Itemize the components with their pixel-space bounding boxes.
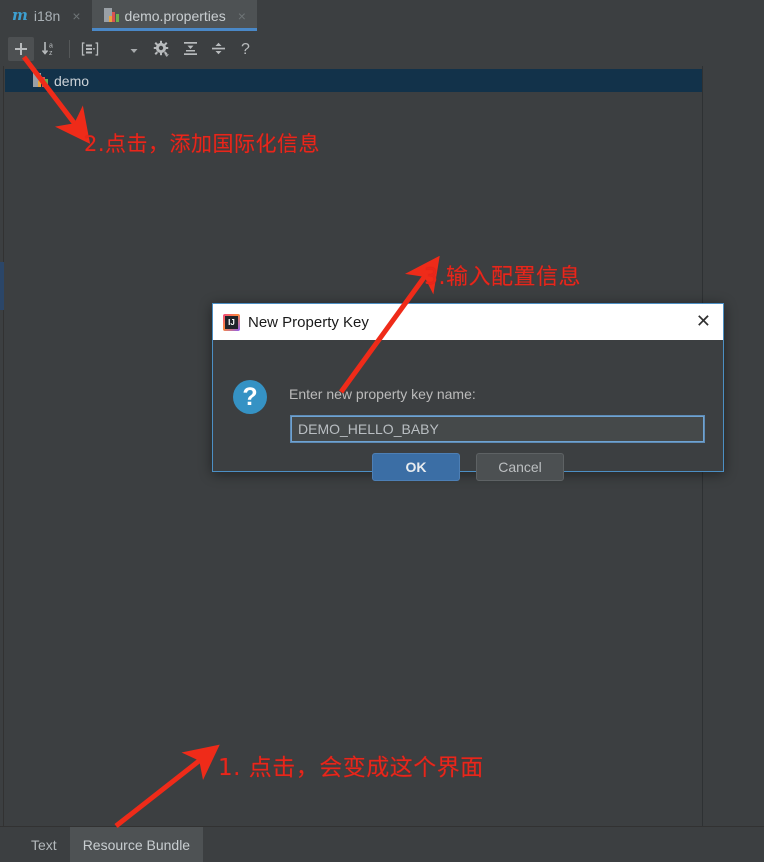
editor-tab-label: i18n [33, 7, 61, 24]
editor-tab-demo-properties[interactable]: demo.properties × [91, 0, 258, 31]
cancel-button[interactable]: Cancel [476, 453, 564, 481]
dialog-title-bar[interactable]: New Property Key ✕ [213, 304, 723, 340]
close-icon[interactable]: × [236, 9, 248, 23]
close-icon[interactable]: ✕ [696, 313, 711, 331]
resource-bundle-icon [33, 73, 48, 88]
plus-icon [15, 42, 27, 55]
dialog-title: New Property Key [248, 313, 369, 331]
editor-view-tab-bar: Text Resource Bundle [0, 826, 764, 862]
toolbar-separator [69, 39, 70, 58]
group-by-button[interactable] [77, 37, 103, 61]
svg-text:?: ? [241, 41, 250, 57]
tree-row-demo[interactable]: demo [5, 69, 702, 92]
view-tab-text[interactable]: Text [18, 827, 70, 862]
new-property-key-dialog: New Property Key ✕ ? Enter new property … [212, 303, 724, 481]
settings-button[interactable] [149, 37, 175, 61]
question-mark-circle-icon: ? [233, 380, 267, 414]
add-property-button[interactable] [8, 36, 34, 61]
help-button[interactable]: ? [233, 37, 259, 61]
property-key-input[interactable] [290, 415, 705, 443]
group-structure-icon [81, 41, 99, 56]
collapse-all-icon [211, 42, 225, 55]
ide-editor-window: m i18n × demo.properties × a z ? demo IJ… [0, 0, 764, 862]
close-icon[interactable]: × [70, 9, 82, 23]
tabbar-left-pad [0, 827, 18, 862]
annotation-text-2: 2.点击，添加国际化信息 [84, 132, 321, 156]
sort-az-icon: a z [41, 42, 53, 57]
dialog-prompt-label: Enter new property key name: [289, 386, 476, 402]
gear-dropdown-icon [153, 40, 169, 57]
svg-text:a: a [49, 43, 53, 50]
gutter-marker [0, 262, 4, 310]
resource-bundle-toolbar: a z ? [0, 31, 764, 66]
ok-button[interactable]: OK [372, 453, 460, 481]
annotation-text-1: 1. 点击，会变成这个界面 [218, 755, 484, 781]
expand-all-button[interactable] [177, 37, 203, 61]
left-gutter-strip [0, 66, 4, 826]
annotation-text-3: 3.输入配置信息 [424, 265, 581, 290]
resource-bundle-icon [103, 8, 119, 23]
editor-tab-i18n[interactable]: m i18n × [0, 0, 92, 31]
collapse-all-button[interactable] [205, 37, 231, 61]
sort-alphabetically-button[interactable]: a z [36, 37, 62, 61]
view-tab-resource-bundle[interactable]: Resource Bundle [69, 827, 204, 862]
maven-module-icon: m [12, 6, 28, 24]
intellij-idea-icon [223, 313, 240, 331]
dialog-button-row: OK Cancel [213, 453, 723, 481]
editor-tab-label: demo.properties [124, 7, 226, 24]
chevron-down-icon [130, 48, 138, 53]
dialog-body: ? Enter new property key name: OK Cancel [213, 340, 723, 481]
editor-tab-bar: m i18n × demo.properties × [0, 0, 764, 31]
toolbar-overflow-button[interactable] [121, 37, 147, 61]
question-mark-icon: ? [241, 41, 250, 57]
svg-text:z: z [49, 50, 53, 57]
tree-row-label: demo [54, 72, 90, 89]
expand-all-icon [183, 42, 197, 55]
